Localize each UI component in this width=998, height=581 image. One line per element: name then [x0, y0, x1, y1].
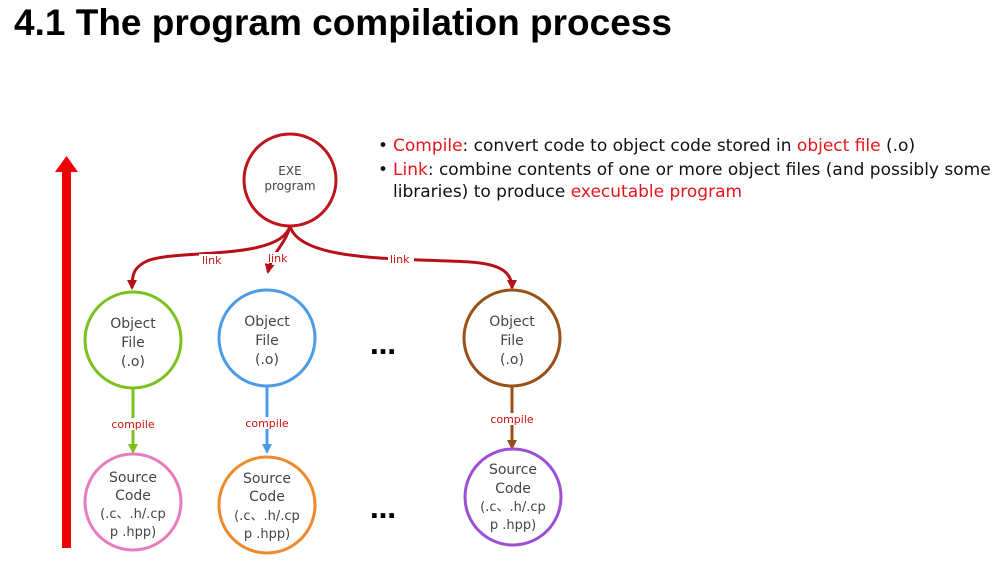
svg-text:Code: Code: [249, 489, 285, 505]
ellipsis-source-row: …: [370, 495, 396, 525]
object-file-node-3: Object File (.o): [462, 288, 562, 388]
compile-labels: compile compile compile: [108, 413, 537, 431]
vertical-progress-arrow: [55, 156, 78, 548]
ellipsis-object-row: …: [370, 331, 396, 361]
svg-text:(.o): (.o): [121, 354, 145, 370]
svg-text:p .hpp): p .hpp): [490, 518, 536, 533]
highlight-object-file: object file: [796, 136, 881, 156]
compile-definition-suffix: (.o): [880, 136, 916, 156]
svg-text:(.c、.h/.cp: (.c、.h/.cp: [100, 507, 166, 522]
svg-text:Source: Source: [243, 471, 291, 487]
svg-text:(.c、.h/.cp: (.c、.h/.cp: [234, 509, 300, 524]
term-compile: Compile: [393, 136, 463, 156]
link-edge-2: [264, 225, 292, 274]
svg-text:p .hpp): p .hpp): [244, 527, 290, 542]
compile-edges: [128, 386, 517, 454]
source-code-node-2: Source Code (.c、.h/.cp p .hpp): [217, 455, 317, 555]
svg-text:File: File: [500, 333, 523, 349]
svg-text:Code: Code: [495, 481, 531, 497]
compile-label-1: compile: [111, 418, 155, 431]
svg-text:File: File: [121, 335, 144, 351]
bullet-dot: •: [378, 136, 389, 156]
svg-text:File: File: [255, 333, 278, 349]
definition-bullets: • Compile: convert code to object code s…: [378, 135, 996, 205]
svg-text:(.c、.h/.cp: (.c、.h/.cp: [480, 500, 546, 515]
object-file-node-2: Object File (.o): [217, 288, 317, 388]
link-labels: link link link: [199, 252, 414, 267]
link-label-1: link: [202, 254, 222, 267]
bullet-dot: •: [378, 160, 389, 180]
bullet-link: • Link: combine contents of one or more …: [378, 159, 996, 203]
exe-program-node: EXE program: [242, 132, 338, 228]
svg-text:(.o): (.o): [500, 352, 524, 368]
link-label-2: link: [268, 252, 288, 265]
link-label-3: link: [390, 253, 410, 266]
exe-label-line-2: program: [264, 179, 315, 193]
source-code-node-1: Source Code (.c、.h/.cp p .hpp): [83, 452, 183, 552]
compilation-diagram: link link link EXE program Object File (…: [55, 132, 563, 555]
object-file-node-1: Object File (.o): [83, 290, 183, 390]
term-link: Link: [393, 160, 428, 180]
svg-text:Code: Code: [115, 488, 151, 504]
compile-label-3: compile: [490, 413, 534, 426]
highlight-executable-program: executable program: [570, 182, 743, 202]
svg-text:Object: Object: [110, 316, 156, 332]
svg-text:Object: Object: [244, 314, 290, 330]
exe-label-line-1: EXE: [278, 164, 301, 178]
compile-definition-text: : convert code to object code stored in: [462, 136, 797, 156]
svg-text:Source: Source: [489, 462, 537, 478]
compile-label-2: compile: [245, 417, 289, 430]
svg-text:Object: Object: [489, 314, 535, 330]
svg-text:(.o): (.o): [255, 352, 279, 368]
svg-text:Source: Source: [109, 470, 157, 486]
source-code-node-3: Source Code (.c、.h/.cp p .hpp): [463, 447, 563, 547]
svg-text:p .hpp): p .hpp): [110, 525, 156, 540]
link-edges: [127, 225, 517, 290]
bullet-compile: • Compile: convert code to object code s…: [378, 135, 996, 157]
